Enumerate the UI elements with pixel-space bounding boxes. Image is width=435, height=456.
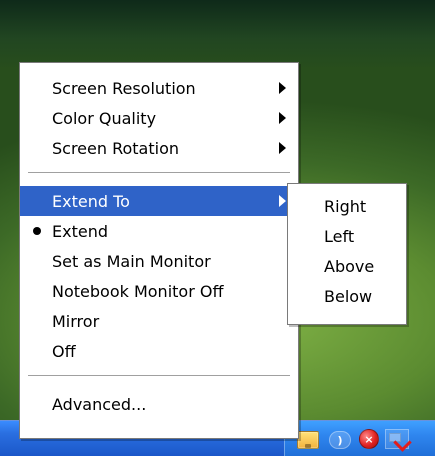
submenu-item-above[interactable]: Above <box>288 251 406 281</box>
submenu-arrow-icon <box>279 112 286 124</box>
menu-item-off[interactable]: Off <box>20 336 298 366</box>
menu-item-notebook-monitor-off[interactable]: Notebook Monitor Off <box>20 276 298 306</box>
menu-item-label: Color Quality <box>52 108 157 128</box>
menu-item-label: Off <box>52 341 76 361</box>
security-shield-icon[interactable]: × <box>359 429 379 449</box>
display-icon[interactable] <box>297 431 319 449</box>
submenu-item-label: Below <box>324 286 373 306</box>
menu-item-label: Extend To <box>52 191 130 211</box>
wireless-icon[interactable]: ) <box>329 431 351 449</box>
submenu-arrow-icon <box>279 142 286 154</box>
system-tray: ) × <box>284 421 435 456</box>
submenu-item-label: Right <box>324 196 367 216</box>
submenu-arrow-icon <box>279 82 286 94</box>
menu-item-label: Extend <box>52 221 108 241</box>
display-context-menu: Screen Resolution Color Quality Screen R… <box>19 62 299 439</box>
submenu-arrow-icon <box>279 195 286 207</box>
menu-item-mirror[interactable]: Mirror <box>20 306 298 336</box>
menu-item-label: Notebook Monitor Off <box>52 281 224 301</box>
menu-item-label: Set as Main Monitor <box>52 251 211 271</box>
menu-item-screen-resolution[interactable]: Screen Resolution <box>20 73 298 103</box>
network-disconnected-icon[interactable] <box>385 429 409 449</box>
submenu-item-below[interactable]: Below <box>288 281 406 311</box>
menu-item-label: Screen Rotation <box>52 138 180 158</box>
submenu-item-right[interactable]: Right <box>288 191 406 221</box>
submenu-item-left[interactable]: Left <box>288 221 406 251</box>
menu-item-set-as-main-monitor[interactable]: Set as Main Monitor <box>20 246 298 276</box>
menu-separator <box>28 375 290 376</box>
menu-item-label: Screen Resolution <box>52 78 196 98</box>
menu-item-screen-rotation[interactable]: Screen Rotation <box>20 133 298 163</box>
submenu-item-label: Left <box>324 226 355 246</box>
menu-item-advanced[interactable]: Advanced... <box>20 389 298 419</box>
submenu-item-label: Above <box>324 256 375 276</box>
menu-item-extend[interactable]: Extend <box>20 216 298 246</box>
menu-item-label: Mirror <box>52 311 100 331</box>
menu-item-extend-to[interactable]: Extend To <box>20 186 298 216</box>
selected-bullet-icon <box>33 227 41 235</box>
menu-item-color-quality[interactable]: Color Quality <box>20 103 298 133</box>
menu-separator <box>28 172 290 173</box>
menu-item-label: Advanced... <box>52 394 147 414</box>
extend-to-submenu: Right Left Above Below <box>287 183 407 325</box>
